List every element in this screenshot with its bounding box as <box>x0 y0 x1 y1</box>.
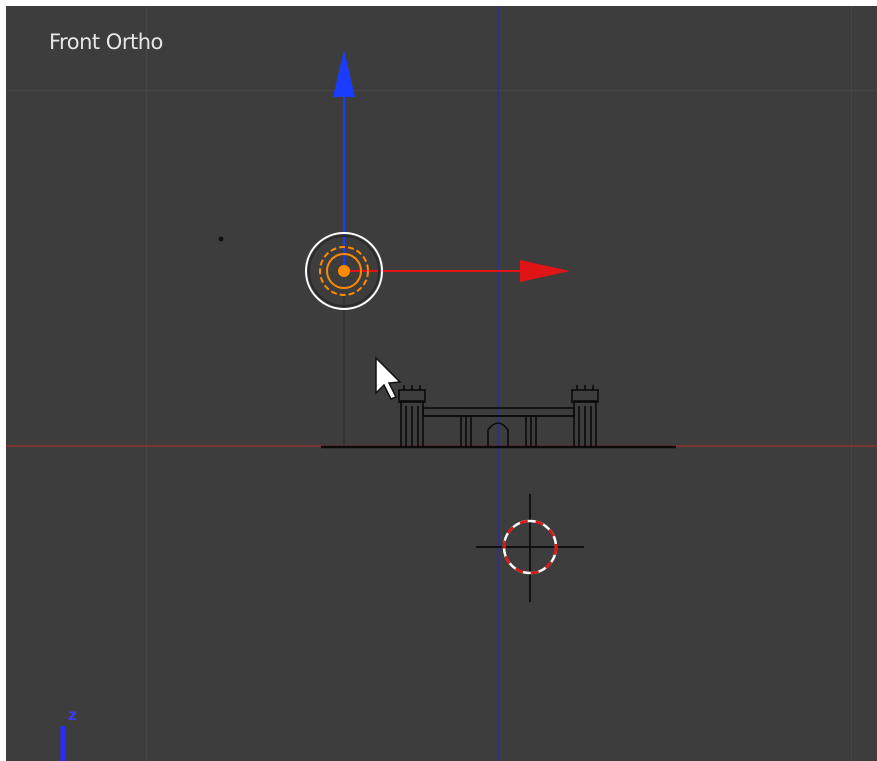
stray-vertex <box>218 236 224 242</box>
3d-viewport[interactable]: Front Ortho z <box>6 6 877 761</box>
3d-cursor-icon <box>476 494 584 602</box>
scene-canvas[interactable] <box>6 6 877 761</box>
axis-indicator-label: z <box>68 706 77 724</box>
gizmo-z-arrow <box>333 50 355 97</box>
gizmo-x-arrow <box>520 260 570 282</box>
mouse-pointer-icon <box>375 356 402 400</box>
